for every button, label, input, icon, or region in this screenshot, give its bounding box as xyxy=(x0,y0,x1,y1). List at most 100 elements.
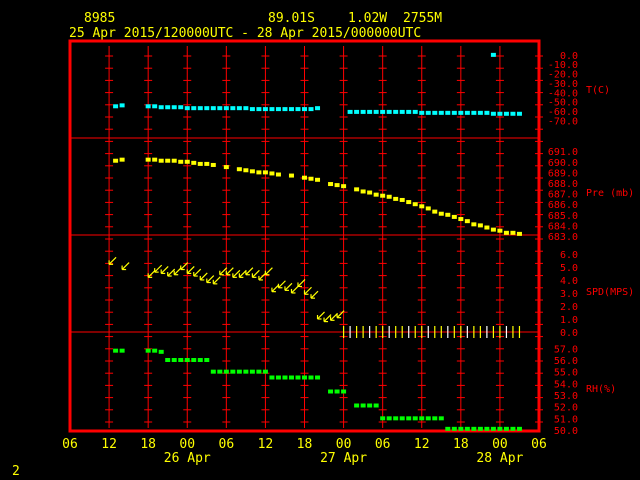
humidity-point xyxy=(373,403,379,408)
temperature-point xyxy=(113,104,119,109)
wind-arrow xyxy=(264,267,273,276)
humidity-point xyxy=(191,358,197,362)
pressure-point xyxy=(223,165,229,170)
panel-label-pressure: Pre (mb) xyxy=(586,188,634,199)
y-tick-label: 56.0 xyxy=(554,356,578,367)
humidity-point xyxy=(262,369,268,374)
pressure-point xyxy=(269,171,275,176)
y-tick-label: 50.0 xyxy=(554,426,578,437)
pressure-point xyxy=(302,175,307,180)
wind-arrow xyxy=(193,268,202,277)
station-id: 8985 xyxy=(84,11,115,26)
temperature-point xyxy=(373,109,379,114)
y-tick-label: 687.0 xyxy=(548,190,578,201)
pressure-point xyxy=(262,170,268,175)
humidity-point xyxy=(438,416,444,421)
panel-label-humidity: RH(%) xyxy=(586,384,616,395)
x-tick-label: 00 xyxy=(492,437,508,452)
humidity-point xyxy=(380,416,386,421)
y-tick-label: 51.0 xyxy=(554,414,578,425)
humidity-point xyxy=(288,375,294,380)
temperature-point xyxy=(464,110,470,115)
pressure-point xyxy=(249,169,255,174)
temperature-point xyxy=(490,52,496,57)
humidity-point xyxy=(516,426,522,431)
pressure-point xyxy=(503,230,509,235)
temperature-point xyxy=(393,109,399,114)
temperature-point xyxy=(406,109,412,114)
humidity-point xyxy=(432,416,438,421)
temperature-point xyxy=(477,110,483,115)
temperature-point xyxy=(230,106,236,111)
pressure-point xyxy=(184,159,190,164)
pressure-point xyxy=(191,160,197,165)
x-tick-label: 00 xyxy=(179,437,195,452)
wind-arrow xyxy=(290,285,299,294)
pressure-point xyxy=(445,212,451,217)
humidity-point xyxy=(419,416,425,421)
humidity-point xyxy=(367,403,373,408)
temperature-point xyxy=(308,107,314,112)
y-tick-label: 1.0 xyxy=(560,315,578,326)
pressure-point xyxy=(360,189,366,194)
meteogram-chart: 8985 89.01S 1.02W 2755M 25 Apr 2015/1200… xyxy=(12,11,634,479)
humidity-point xyxy=(236,369,242,374)
y-tick-label: 2.0 xyxy=(560,302,578,313)
x-tick-label: 06 xyxy=(62,437,78,452)
pressure-point xyxy=(145,157,151,162)
pressure-point xyxy=(490,227,496,232)
pressure-point xyxy=(158,158,164,163)
temperature-point xyxy=(451,110,457,115)
y-tick-label: 0.0 xyxy=(560,328,578,339)
y-tick-label: 53.0 xyxy=(554,391,578,402)
temperature-point xyxy=(315,106,321,111)
humidity-point xyxy=(497,426,503,431)
y-tick-label: 3.0 xyxy=(560,289,578,300)
y-tick-label: 52.0 xyxy=(554,403,578,414)
pressure-point xyxy=(171,158,177,163)
pressure-point xyxy=(308,176,314,181)
humidity-point xyxy=(510,426,516,431)
temperature-point xyxy=(145,104,151,109)
pressure-point xyxy=(419,204,425,209)
pressure-point xyxy=(210,162,216,167)
x-tick-label: 06 xyxy=(219,437,235,452)
pressure-point xyxy=(484,225,490,230)
y-tick-label: -70.0 xyxy=(548,116,578,127)
pressure-point xyxy=(152,157,158,162)
pressure-point xyxy=(354,187,360,192)
x-date-label: 26 Apr xyxy=(164,451,211,466)
x-tick-label: 12 xyxy=(101,437,117,452)
temperature-point xyxy=(197,106,203,111)
temperature-point xyxy=(152,104,158,109)
humidity-point xyxy=(503,426,509,431)
pressure-point xyxy=(393,196,399,201)
humidity-point xyxy=(477,426,483,431)
temperature-point xyxy=(178,105,184,110)
pressure-point xyxy=(328,182,334,187)
y-tick-label: 6.0 xyxy=(560,250,578,261)
temperature-point xyxy=(354,109,360,114)
temperature-point xyxy=(367,109,373,114)
humidity-point xyxy=(393,416,399,421)
pressure-point xyxy=(497,228,503,233)
temperature-point xyxy=(184,106,190,111)
y-tick-label: 688.0 xyxy=(548,179,578,190)
humidity-point xyxy=(458,426,464,431)
temperature-point xyxy=(425,110,431,115)
x-tick-label: 18 xyxy=(140,437,156,452)
pressure-point xyxy=(425,206,431,211)
humidity-point xyxy=(119,348,125,353)
pressure-point xyxy=(165,158,171,163)
x-tick-label: 12 xyxy=(414,437,430,452)
y-tick-label: 690.0 xyxy=(548,158,578,169)
y-tick-label: 4.0 xyxy=(560,276,578,287)
pressure-point xyxy=(256,170,262,175)
humidity-point xyxy=(295,375,301,380)
panels-layer: 0.0-10.0-20.0-30.0-40.0-50.0-60.0-70.0T(… xyxy=(108,51,634,437)
temperature-point xyxy=(503,111,509,116)
temperature-point xyxy=(210,106,216,111)
temperature-point xyxy=(119,103,125,108)
pressure-point xyxy=(458,217,464,222)
temperature-point xyxy=(497,111,503,116)
